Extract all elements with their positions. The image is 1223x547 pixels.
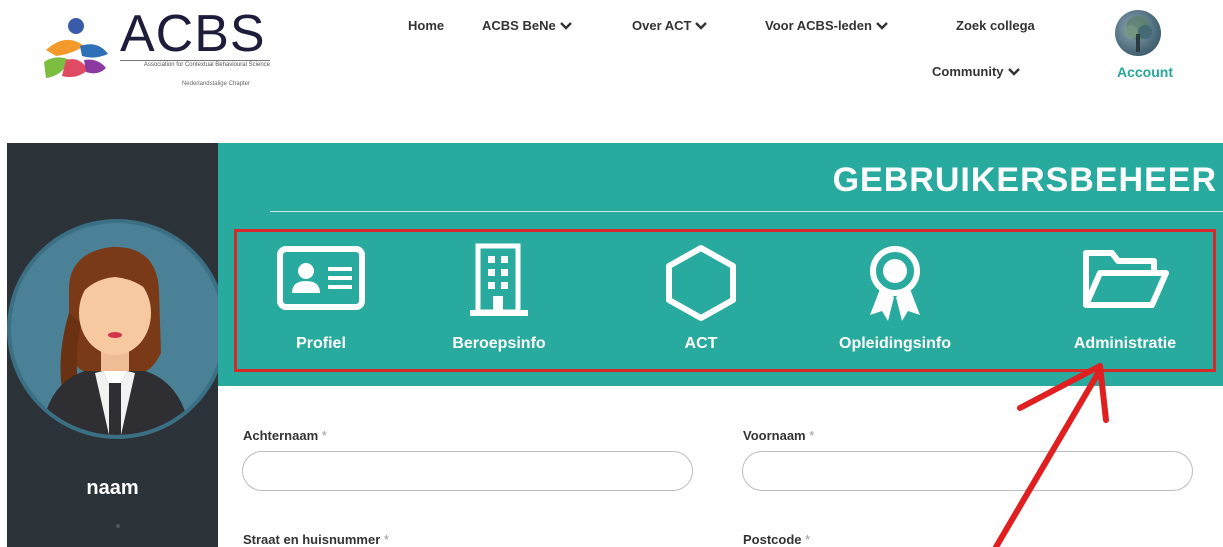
nav-voor-acbs-leden[interactable]: Voor ACBS-leden	[765, 18, 888, 33]
tab-act-label: ACT	[684, 335, 718, 352]
street-label: Straat en huisnummer *	[243, 532, 389, 547]
chevron-down-icon	[1007, 67, 1020, 76]
divider-dot	[116, 524, 120, 528]
avatar[interactable]	[7, 219, 227, 439]
nav-voor-acbs-leden-label: Voor ACBS-leden	[765, 18, 872, 33]
user-management-panel: GEBRUIKERSBEHEER Profiel Beroepsinfo ACT…	[218, 143, 1223, 386]
account-menu[interactable]: Account	[1105, 10, 1185, 85]
postcode-label: Postcode *	[743, 532, 810, 547]
nav-acbs-bene[interactable]: ACBS BeNe	[482, 18, 572, 33]
required-marker: *	[321, 428, 327, 443]
account-avatar	[1115, 10, 1161, 56]
tree-icon	[1124, 16, 1152, 52]
chevron-down-icon	[559, 21, 572, 30]
lastname-label-text: Achternaam	[243, 428, 319, 443]
acbs-logo-mark-icon	[44, 18, 108, 78]
logo-chapter: Nederlandstalige Chapter	[181, 81, 250, 87]
nav-community[interactable]: Community	[932, 64, 1020, 79]
required-marker: *	[805, 532, 811, 547]
logo-title: ACBS	[120, 5, 266, 63]
nav-acbs-bene-label: ACBS BeNe	[482, 18, 556, 33]
lastname-field[interactable]	[242, 451, 693, 491]
tab-beroepsinfo-label: Beroepsinfo	[452, 335, 546, 352]
acbs-logo[interactable]: ACBS Association for Contextual Behaviou…	[36, 5, 270, 90]
required-marker: *	[383, 532, 389, 547]
page-title: GEBRUIKERSBEHEER	[832, 161, 1217, 199]
tab-administratie[interactable]: Administratie	[1050, 243, 1200, 363]
chevron-down-icon	[876, 21, 888, 30]
folder-open-icon	[1083, 250, 1169, 308]
building-icon	[470, 243, 528, 316]
lastname-label: Achternaam *	[243, 428, 327, 443]
hexagon-icon	[666, 245, 736, 321]
logo-subtitle: Association for Contextual Behavioural S…	[120, 60, 270, 69]
chevron-down-icon	[695, 21, 708, 30]
tab-profiel-label: Profiel	[296, 335, 346, 352]
nav-over-act-label: Over ACT	[632, 18, 692, 33]
street-label-text: Straat en huisnummer	[243, 532, 381, 547]
account-label: Account	[1117, 64, 1173, 80]
award-ribbon-icon	[870, 246, 920, 321]
nav-community-label: Community	[932, 64, 1004, 79]
tab-act[interactable]: ACT	[626, 243, 776, 363]
woman-avatar-icon	[41, 246, 191, 435]
required-marker: *	[809, 428, 815, 443]
tab-opleidingsinfo-label: Opleidingsinfo	[839, 335, 951, 352]
profile-sidebar: naam	[7, 143, 227, 547]
firstname-label: Voornaam *	[743, 428, 814, 443]
nav-home[interactable]: Home	[408, 18, 444, 33]
title-divider	[270, 211, 1223, 212]
tab-profiel[interactable]: Profiel	[246, 243, 396, 363]
tab-opleidingsinfo[interactable]: Opleidingsinfo	[820, 243, 970, 363]
id-card-icon	[277, 246, 365, 310]
firstname-field[interactable]	[742, 451, 1193, 491]
postcode-label-text: Postcode	[743, 532, 802, 547]
nav-home-label: Home	[408, 18, 445, 33]
tab-administratie-label: Administratie	[1073, 335, 1177, 352]
profile-name: naam	[86, 477, 139, 499]
firstname-label-text: Voornaam	[743, 428, 806, 443]
nav-zoek-collega[interactable]: Zoek collega	[956, 18, 1035, 33]
tab-beroepsinfo[interactable]: Beroepsinfo	[424, 243, 574, 363]
nav-over-act[interactable]: Over ACT	[632, 18, 708, 33]
nav-zoek-collega-label: Zoek collega	[956, 18, 1035, 33]
